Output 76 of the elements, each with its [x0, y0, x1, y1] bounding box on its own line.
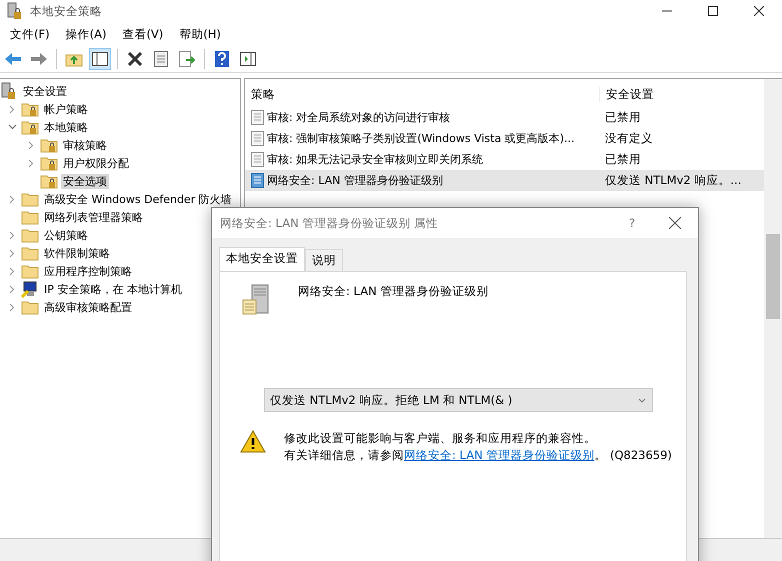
- maximize-icon[interactable]: [708, 6, 718, 16]
- window-title: 本地安全策略: [30, 4, 102, 18]
- folder-icon: [21, 209, 39, 225]
- info-text: 有关详细信息，请参阅 网络安全: LAN 管理器身份验证级别。 (Q823659): [284, 447, 672, 464]
- chevron-right-icon[interactable]: [9, 248, 15, 258]
- table-row[interactable]: 网络安全: LAN 管理器身份验证级别 仅发送 NTLMv2 响应。...: [245, 170, 764, 191]
- locked-folder-icon: [21, 119, 39, 135]
- policy-heading: 网络安全: LAN 管理器身份验证级别: [298, 284, 488, 300]
- setting-dropdown[interactable]: 仅发送 NTLMv2 响应。拒绝 LM 和 NTLM(& ): [264, 388, 653, 412]
- locked-folder-icon: [21, 101, 39, 117]
- tree-item[interactable]: 安全选项: [61, 174, 109, 188]
- tree-item[interactable]: 本地策略: [42, 120, 90, 134]
- chevron-right-icon[interactable]: [9, 230, 15, 240]
- tab[interactable]: 说明: [305, 249, 343, 271]
- close-icon[interactable]: [754, 6, 764, 16]
- tree-item[interactable]: 软件限制策略: [42, 246, 112, 260]
- warning-icon: [240, 430, 266, 453]
- server-lock-icon: [0, 82, 18, 100]
- table-cell: 审核: 强制审核策略子类别设置(Windows Vista 或更高版本)...: [267, 131, 574, 146]
- folder-icon: [21, 263, 39, 279]
- tree-item[interactable]: 公钥策略: [42, 228, 90, 242]
- scrollbar[interactable]: [764, 79, 782, 538]
- menu-item[interactable]: 文件(F): [2, 26, 58, 42]
- policy-icon: [251, 110, 265, 125]
- locked-folder-icon: [40, 173, 58, 189]
- column-header[interactable]: 策略: [245, 86, 599, 102]
- folder-icon: [21, 191, 39, 207]
- menu-item[interactable]: 帮助(H): [171, 26, 229, 42]
- locked-folder-icon: [40, 155, 58, 171]
- tree-item[interactable]: 高级审核策略配置: [42, 300, 134, 314]
- console-tree-button[interactable]: [89, 48, 111, 70]
- chevron-right-icon[interactable]: [9, 194, 15, 204]
- chevron-down-icon[interactable]: [8, 124, 16, 130]
- tree-item[interactable]: 应用程序控制策略: [42, 264, 134, 278]
- folder-icon: [21, 299, 39, 315]
- table-cell-text: 没有定义: [604, 131, 654, 146]
- menu-item[interactable]: 操作(A): [58, 26, 114, 42]
- policy-link[interactable]: 网络安全: LAN 管理器身份验证级别: [404, 448, 594, 462]
- table-cell-text: 仅发送 NTLMv2 响应。...: [604, 173, 742, 188]
- tree-item[interactable]: 高级安全 Windows Defender 防火墙: [42, 192, 234, 206]
- tree-item[interactable]: 安全设置: [21, 84, 69, 98]
- server-lock-icon: [6, 2, 24, 20]
- table-cell: 网络安全: LAN 管理器身份验证级别: [267, 173, 443, 188]
- chevron-right-icon[interactable]: [9, 104, 15, 114]
- tree-item[interactable]: 网络列表管理器策略: [42, 210, 145, 224]
- table-cell: 审核: 如果无法记录安全审核则立即关闭系统: [267, 152, 484, 167]
- chevron-right-icon[interactable]: [9, 284, 15, 294]
- table-row[interactable]: 审核: 对全局系统对象的访问进行审核 已禁用: [245, 107, 764, 128]
- locked-folder-icon: [40, 137, 58, 153]
- chevron-right-icon[interactable]: [9, 266, 15, 276]
- folder-icon: [21, 227, 39, 243]
- folder-icon: [21, 245, 39, 261]
- close-icon[interactable]: [669, 217, 681, 229]
- dialog-title: 网络安全: LAN 管理器身份验证级别 属性: [220, 216, 438, 230]
- policy-icon: [251, 173, 265, 188]
- warning-text: 修改此设置可能影响与客户端、服务和应用程序的兼容性。: [284, 430, 597, 447]
- chevron-right-icon[interactable]: [9, 302, 15, 312]
- tree-item[interactable]: 用户权限分配: [61, 156, 131, 170]
- tree-item[interactable]: IP 安全策略，在 本地计算机: [42, 282, 184, 296]
- tree-item[interactable]: 审核策略: [61, 138, 109, 152]
- tab[interactable]: 本地安全设置: [219, 247, 305, 271]
- menu-item[interactable]: 查看(V): [114, 26, 172, 42]
- help-button[interactable]: ?: [612, 216, 652, 230]
- table-cell-text: 已禁用: [604, 152, 642, 167]
- table-row[interactable]: 审核: 如果无法记录安全审核则立即关闭系统 已禁用: [245, 149, 764, 170]
- chevron-right-icon[interactable]: [28, 140, 34, 150]
- table-row[interactable]: 审核: 强制审核策略子类别设置(Windows Vista 或更高版本)... 没有定义: [245, 128, 764, 149]
- tree-item[interactable]: 帐户策略: [42, 102, 90, 116]
- policy-icon: [251, 152, 265, 167]
- chevron-right-icon[interactable]: [28, 158, 34, 168]
- export-button[interactable]: [176, 48, 198, 70]
- table-cell-text: 已禁用: [604, 110, 642, 125]
- policy-icon: [251, 131, 265, 146]
- computer-icon: [21, 280, 39, 298]
- table-cell: 审核: 对全局系统对象的访问进行审核: [267, 110, 450, 125]
- caret-icon: [638, 398, 646, 402]
